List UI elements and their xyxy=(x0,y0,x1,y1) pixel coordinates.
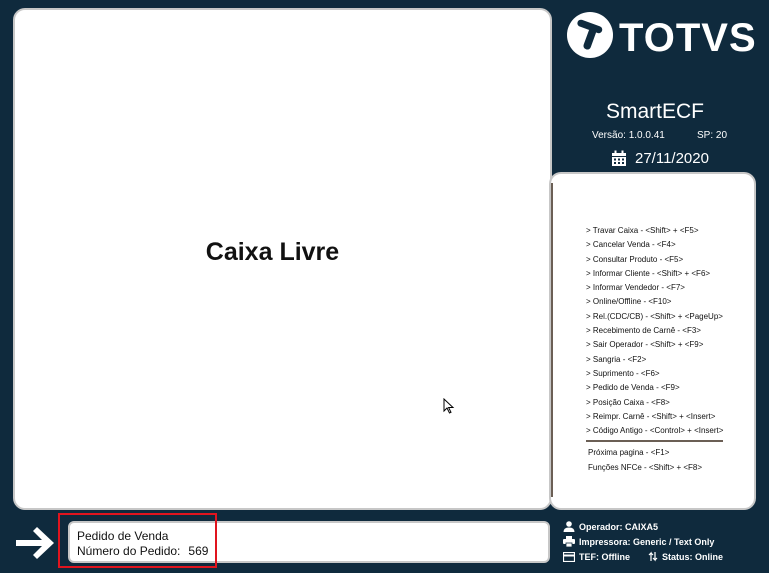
shortcut-item[interactable]: > Sangria - <F2> xyxy=(586,353,723,367)
message-title: Pedido de Venda xyxy=(77,529,169,543)
shortcut-item[interactable]: > Pedido de Venda - <F9> xyxy=(586,381,723,395)
shortcut-item[interactable]: > Consultar Produto - <F5> xyxy=(586,253,723,267)
shortcut-item[interactable]: > Rel.(CDC/CB) - <Shift> + <PageUp> xyxy=(586,310,723,324)
shortcut-list: > Travar Caixa - <Shift> + <F5> > Cancel… xyxy=(586,224,723,438)
nfce-functions-shortcut[interactable]: Funções NFCe - <Shift> + <F8> xyxy=(588,460,702,475)
shortcut-item[interactable]: > Posição Caixa - <F8> xyxy=(586,396,723,410)
printer-icon xyxy=(563,536,575,547)
shortcut-item[interactable]: > Online/Offline - <F10> xyxy=(586,295,723,309)
date-row: 27/11/2020 xyxy=(611,148,709,168)
order-number-label: Número do Pedido: xyxy=(77,544,181,558)
tef-status-row: TEF: Offline Status: Online xyxy=(563,549,763,564)
totvs-logo-icon xyxy=(567,12,613,58)
mouse-cursor-icon xyxy=(443,398,455,414)
status-area: Operador: CAIXA5 Impressora: Generic / T… xyxy=(563,519,763,564)
arrow-right-icon xyxy=(16,527,54,559)
shortcut-item[interactable]: > Sair Operador - <Shift> + <F9> xyxy=(586,338,723,352)
brand-logo: TOTVS xyxy=(565,10,757,70)
panel-divider xyxy=(551,183,553,497)
next-page-shortcut[interactable]: Próxima pagina - <F1> xyxy=(588,445,702,460)
order-number-value: 569 xyxy=(188,544,209,558)
current-date: 27/11/2020 xyxy=(635,149,709,167)
order-number-row: Número do Pedido: 569 xyxy=(77,544,208,558)
shortcut-item[interactable]: > Código Antigo - <Control> + <Insert> xyxy=(586,424,723,438)
printer-label: Impressora: Generic / Text Only xyxy=(579,536,715,547)
calendar-icon xyxy=(612,150,626,166)
card-icon xyxy=(563,551,575,562)
version-label: Versão: 1.0.0.41 xyxy=(592,130,665,141)
sync-arrows-icon xyxy=(648,551,658,562)
sp-label: SP: 20 xyxy=(697,130,728,141)
shortcut-item[interactable]: > Cancelar Venda - <F4> xyxy=(586,238,723,252)
operator-row: Operador: CAIXA5 xyxy=(563,519,763,534)
shortcut-list-extra: Próxima pagina - <F1> Funções NFCe - <Sh… xyxy=(588,445,702,475)
user-icon xyxy=(563,521,575,532)
shortcut-item[interactable]: > Informar Vendedor - <F7> xyxy=(586,281,723,295)
shortcut-item[interactable]: > Informar Cliente - <Shift> + <F6> xyxy=(586,267,723,281)
shortcut-divider xyxy=(586,440,723,442)
operator-label: Operador: CAIXA5 xyxy=(579,521,659,532)
status-title: Caixa Livre xyxy=(205,238,340,266)
shortcut-item[interactable]: > Reimpr. Carnê - <Shift> + <Insert> xyxy=(586,410,723,424)
shortcut-item[interactable]: > Suprimento - <F6> xyxy=(586,367,723,381)
tef-label: TEF: Offline xyxy=(579,551,630,562)
shortcut-item[interactable]: > Recebimento de Carnê - <F3> xyxy=(586,324,723,338)
logo-text: TOTVS xyxy=(619,16,757,60)
app-name: SmartECF xyxy=(605,100,704,123)
shortcut-item[interactable]: > Travar Caixa - <Shift> + <F5> xyxy=(586,224,723,238)
printer-row: Impressora: Generic / Text Only xyxy=(563,534,763,549)
connection-status: Status: Online xyxy=(662,551,724,562)
